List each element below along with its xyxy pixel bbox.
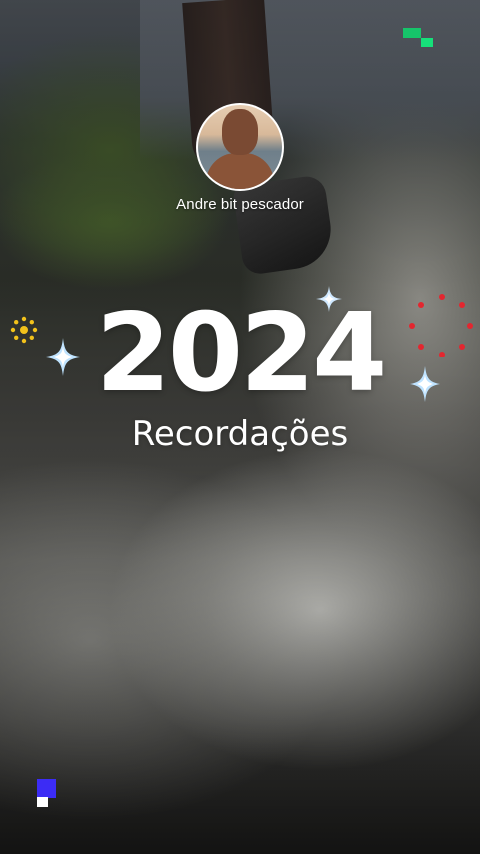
pixel-square-icon	[37, 797, 48, 807]
avatar-body	[206, 153, 274, 189]
recap-subtitle: Recordações	[131, 414, 349, 454]
avatar[interactable]	[196, 103, 284, 191]
avatar-photo	[198, 105, 282, 189]
avatar-head	[222, 109, 258, 155]
profile-name[interactable]: Andre bit pescador	[0, 196, 480, 213]
green-pixel-icon	[403, 28, 421, 38]
pixel-square-icon	[37, 779, 56, 798]
memories-recap-screen[interactable]: Andre bit pescador 2024 Recordações	[0, 0, 480, 854]
recap-year: 2024	[95, 291, 388, 416]
green-pixel-icon	[421, 38, 433, 47]
